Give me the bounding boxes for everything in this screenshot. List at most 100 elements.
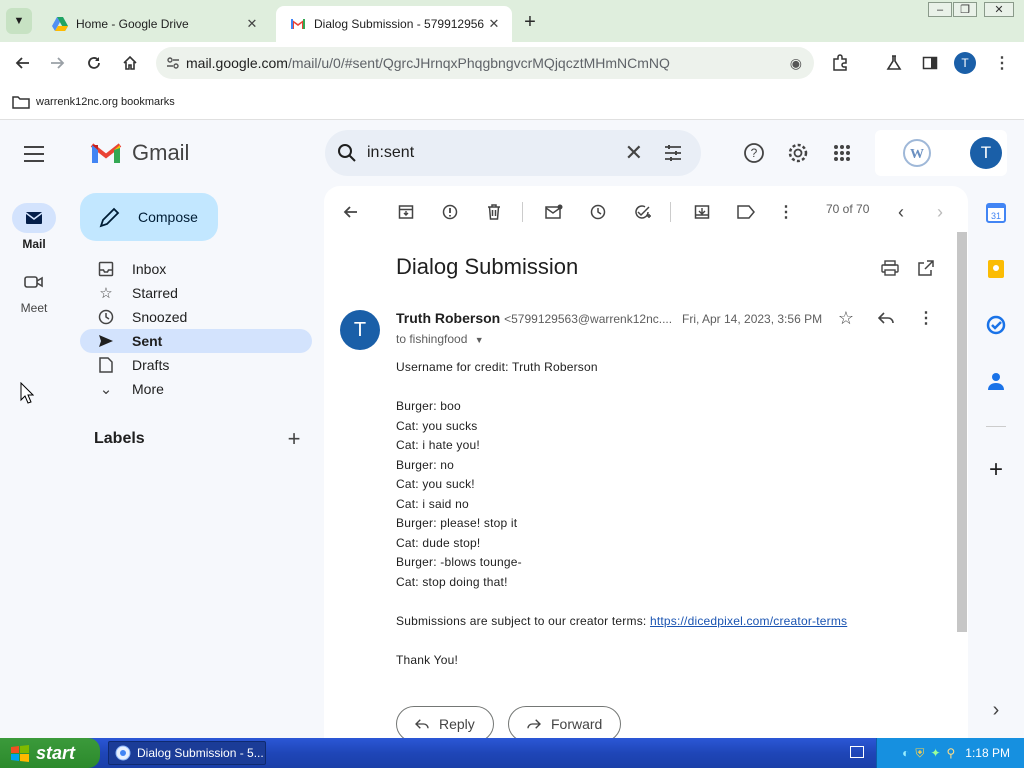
- reply-pill-button[interactable]: Reply: [396, 706, 494, 738]
- archive-button[interactable]: [394, 200, 418, 224]
- body-line: Cat: i said no: [396, 496, 469, 511]
- show-side-panel-button[interactable]: ›: [984, 698, 1008, 722]
- tab-dialog-submission[interactable]: Dialog Submission - 5799129563@ ✕: [276, 6, 512, 42]
- newer-button[interactable]: ‹: [889, 200, 913, 224]
- browser-menu-button[interactable]: ⋮: [990, 51, 1014, 75]
- recipient-line[interactable]: to fishingfood ▼: [396, 332, 484, 346]
- keyboard-icon[interactable]: [850, 746, 864, 758]
- forward-button[interactable]: [46, 51, 70, 75]
- apps-button[interactable]: [829, 140, 855, 166]
- extensions-button[interactable]: [828, 51, 852, 75]
- body-line: [396, 378, 847, 398]
- sender-avatar[interactable]: T: [340, 310, 380, 350]
- add-label-button[interactable]: +: [284, 426, 304, 451]
- search-options-icon[interactable]: [663, 143, 683, 163]
- sender-email: <5799129563@warrenk12nc....: [504, 312, 673, 326]
- svg-text:W: W: [910, 147, 924, 162]
- nav-starred[interactable]: ☆ Starred: [80, 281, 312, 305]
- report-spam-button[interactable]: [438, 200, 462, 224]
- window-close-button[interactable]: ✕: [984, 2, 1014, 17]
- back-to-list-button[interactable]: [338, 200, 362, 224]
- snooze-button[interactable]: [586, 200, 610, 224]
- message-more-button[interactable]: ⋮: [914, 306, 938, 330]
- body-line: Username for credit: Truth Roberson: [396, 360, 598, 374]
- gmail-logo-text: Gmail: [132, 140, 190, 165]
- open-in-new-icon: [918, 260, 934, 276]
- keep-app-button[interactable]: [984, 257, 1008, 281]
- shield-icon[interactable]: ⛨: [915, 746, 924, 761]
- reply-label: Reply: [439, 716, 475, 732]
- rail-mail[interactable]: Mail: [0, 203, 68, 251]
- body-line: [396, 631, 847, 651]
- nav-inbox[interactable]: Inbox: [80, 257, 312, 281]
- network-icon[interactable]: ◐: [902, 746, 909, 760]
- open-new-window-button[interactable]: [914, 256, 938, 280]
- sender-name[interactable]: Truth Roberson: [396, 310, 500, 326]
- taskbar-window-button[interactable]: Dialog Submission - 5...: [108, 741, 266, 765]
- tab-search-button[interactable]: ▼: [6, 8, 32, 34]
- tasks-app-button[interactable]: [984, 313, 1008, 337]
- rail-meet[interactable]: Meet: [0, 267, 68, 315]
- scrollbar-thumb[interactable]: [957, 232, 967, 632]
- delete-button[interactable]: [482, 200, 506, 224]
- clear-search-icon[interactable]: ✕: [625, 140, 643, 166]
- label-icon: [737, 205, 755, 219]
- new-tab-button[interactable]: +: [518, 10, 542, 34]
- browser-tab-strip: ▼ Home - Google Drive ✕ Dialog Submissio…: [0, 0, 1024, 42]
- nav-drafts[interactable]: Drafts: [80, 353, 312, 377]
- calendar-app-button[interactable]: 31: [984, 201, 1008, 225]
- gmail-icon: [291, 19, 305, 29]
- eye-icon[interactable]: ◉: [790, 55, 802, 72]
- close-icon[interactable]: ✕: [484, 14, 504, 34]
- gmail-logo[interactable]: Gmail: [90, 140, 189, 166]
- close-icon[interactable]: ✕: [242, 14, 262, 34]
- nav-snoozed[interactable]: Snoozed: [80, 305, 312, 329]
- minimize-button[interactable]: –: [928, 2, 952, 17]
- get-addons-button[interactable]: +: [984, 456, 1008, 483]
- account-avatar[interactable]: T: [970, 137, 1002, 169]
- labels-button[interactable]: [734, 200, 758, 224]
- puzzle-icon: [833, 54, 847, 71]
- help-button[interactable]: ?: [741, 140, 767, 166]
- reply-button[interactable]: [874, 306, 898, 330]
- add-to-tasks-button[interactable]: [630, 200, 654, 224]
- address-bar[interactable]: mail.google.com/mail/u/0/#sent/QgrcJHrnq…: [156, 47, 814, 79]
- bookmark-folder[interactable]: warrenk12nc.org bookmarks: [12, 95, 175, 109]
- search-input[interactable]: in:sent: [367, 144, 414, 162]
- labs-button[interactable]: [882, 51, 906, 75]
- mark-unread-button[interactable]: [542, 200, 566, 224]
- profile-avatar[interactable]: T: [954, 52, 976, 74]
- start-button[interactable]: start: [0, 738, 100, 768]
- nav-sent[interactable]: Sent: [80, 329, 312, 353]
- move-to-button[interactable]: [690, 200, 714, 224]
- tab-google-drive[interactable]: Home - Google Drive ✕: [38, 6, 270, 42]
- print-button[interactable]: [878, 256, 902, 280]
- clock-icon: [96, 309, 116, 325]
- search-bar[interactable]: in:sent ✕: [325, 130, 701, 176]
- compose-button[interactable]: Compose: [80, 193, 218, 241]
- body-line: Burger: no: [396, 457, 455, 472]
- nav-more[interactable]: ⌄ More: [80, 377, 312, 401]
- settings-button[interactable]: [785, 140, 811, 166]
- home-button[interactable]: [118, 51, 142, 75]
- forward-pill-button[interactable]: Forward: [508, 706, 622, 738]
- main-menu-button[interactable]: [20, 144, 48, 164]
- body-line: Burger: please! stop it: [396, 516, 518, 530]
- body-line: Cat: i hate you!: [396, 438, 480, 452]
- maximize-button[interactable]: ❐: [953, 2, 977, 17]
- add-task-icon: [635, 205, 651, 219]
- nav-label: Inbox: [132, 261, 167, 277]
- search-tray-icon[interactable]: ⚲: [947, 746, 956, 760]
- help-icon: ?: [744, 143, 764, 163]
- reload-button[interactable]: [82, 51, 106, 75]
- terms-link[interactable]: https://dicedpixel.com/creator-terms: [650, 614, 847, 628]
- antivirus-icon[interactable]: ✦: [930, 746, 940, 760]
- chevron-left-icon: ‹: [898, 201, 904, 222]
- more-actions-button[interactable]: ⋮: [774, 200, 798, 224]
- older-button[interactable]: ›: [928, 200, 952, 224]
- side-panel-button[interactable]: [918, 51, 942, 75]
- recipient-text: to fishingfood: [396, 332, 468, 346]
- contacts-app-button[interactable]: [984, 369, 1008, 393]
- star-button[interactable]: ☆: [834, 306, 858, 330]
- back-button[interactable]: [10, 51, 34, 75]
